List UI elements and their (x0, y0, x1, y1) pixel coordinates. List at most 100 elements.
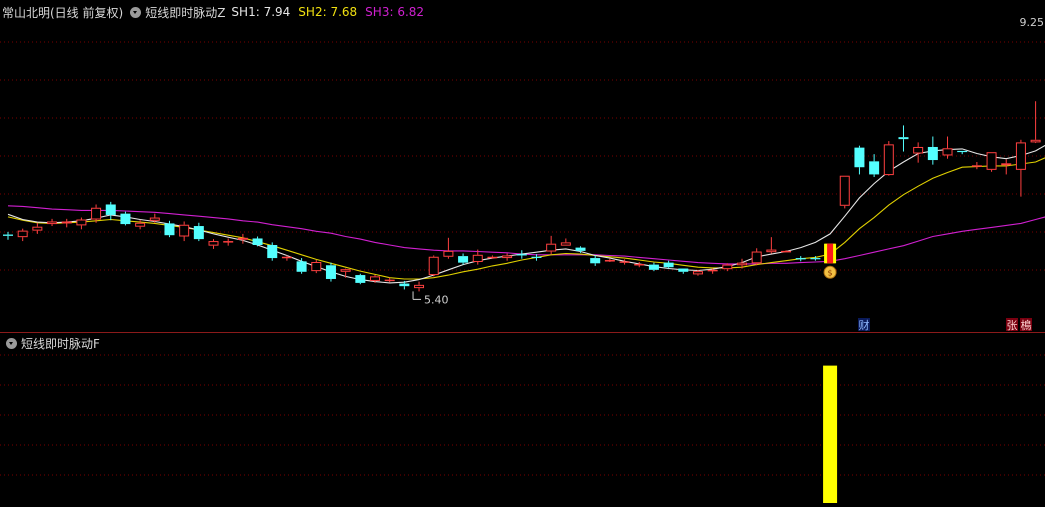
candlestick (986, 152, 997, 172)
candle-body-down (927, 146, 938, 161)
candle-body-up (135, 222, 146, 227)
candlestick (575, 246, 586, 253)
sub-chart-header: 短线即时脉动F (2, 335, 100, 351)
candle-body-up (472, 254, 483, 262)
candlestick (193, 222, 204, 242)
signal-indicator-pane (0, 354, 1045, 503)
candlestick (942, 136, 953, 159)
candle-body-up (737, 262, 747, 266)
candlestick (120, 211, 131, 226)
candle-body-up (487, 256, 498, 259)
candlestick (795, 256, 806, 262)
candlestick (61, 218, 72, 228)
cai-badge: 财 (859, 318, 870, 332)
candle-body-down (590, 258, 601, 264)
candle-body-down (252, 238, 263, 245)
candle-body-up (546, 243, 557, 252)
candle-body-up (1015, 142, 1026, 170)
sh1-readout: SH1: 7.94 (231, 5, 291, 19)
candlestick (516, 250, 527, 259)
candle-body-down (399, 283, 410, 287)
candlestick (854, 145, 865, 175)
sub-indicator-menu-icon[interactable] (6, 337, 17, 349)
candle-body-down (854, 147, 865, 168)
low-price-label: 5.40 (424, 293, 449, 306)
signal-bar (823, 365, 838, 503)
candle-body-down (458, 256, 469, 263)
candlestick (913, 142, 924, 163)
candlestick (76, 217, 87, 230)
candle-body-up (839, 175, 850, 206)
candle-body-up (766, 249, 777, 253)
candlestick (311, 260, 322, 274)
candle-body-down (355, 275, 366, 283)
candle-body-down (193, 226, 204, 240)
candle-body-up (619, 261, 630, 263)
candle-body-up (942, 148, 953, 156)
candlestick (267, 242, 278, 261)
candlestick (17, 228, 28, 242)
candlestick (751, 248, 762, 266)
candlestick (663, 260, 674, 269)
candle-body-down (325, 265, 336, 279)
candle-body-down (869, 161, 880, 175)
candle-body-up (179, 224, 190, 237)
candle-body-up (883, 144, 894, 176)
candle-body-up (634, 263, 645, 266)
candle-body-up (340, 269, 351, 272)
candle-body-up (560, 242, 571, 246)
candle-body-up (751, 251, 762, 264)
candlestick (634, 261, 645, 268)
candlestick (869, 154, 880, 178)
main-chart-header: 常山北明(日线 前复权) 短线即时脉动Z SH1: 7.94 SH2: 7.68… (2, 3, 432, 21)
price-annotations: 5.40 9.25 财 张樢 (412, 16, 1044, 332)
candlestick (237, 233, 248, 244)
candle-body-up (971, 165, 982, 167)
candle-body-down (531, 256, 542, 258)
candlestick (325, 262, 336, 282)
indicator-menu-icon[interactable] (130, 6, 142, 18)
candlestick (766, 237, 777, 254)
zhang-badge: 张 (1007, 319, 1018, 332)
indicator-name[interactable]: 短线即时脉动Z (145, 4, 225, 21)
candlestick (105, 201, 116, 221)
candle-body-down (267, 244, 278, 259)
candle-body-up (61, 221, 72, 224)
candle-body-down (663, 262, 674, 268)
candle-body-up (384, 279, 395, 282)
candlestick (355, 273, 366, 285)
candle-body-down (516, 254, 527, 256)
candle-body-down (678, 268, 689, 272)
candle-body-up (1030, 139, 1041, 143)
candle-body-down (648, 264, 659, 270)
stock-title: 常山北明(日线 前复权) (2, 5, 124, 20)
candle-body-up (149, 217, 160, 221)
candlestick (678, 268, 689, 274)
candlestick (1015, 139, 1026, 197)
candle-body-up (722, 264, 733, 270)
candle-body-up (692, 271, 703, 275)
candle-body-up (208, 241, 219, 246)
candlestick (179, 221, 190, 242)
candle-body-up (47, 221, 58, 225)
candlestick (340, 268, 351, 278)
candle-body-up (443, 250, 454, 257)
candle-body-down (898, 137, 909, 140)
candlestick (414, 281, 425, 292)
candlestick (1001, 159, 1012, 175)
candlestick (487, 255, 498, 259)
candlestick (428, 255, 439, 277)
candle-body-down (105, 204, 116, 215)
sub-indicator-name[interactable]: 短线即时脉动F (21, 335, 100, 352)
candlestick (443, 237, 454, 259)
buy-signal-marker: $ (823, 243, 837, 279)
candle-body-down (957, 150, 968, 153)
signal-gridlines (0, 354, 1045, 476)
candlestick (898, 125, 909, 152)
candle-body-down (795, 258, 806, 260)
signal-bars (823, 365, 838, 503)
candle-body-up (311, 261, 322, 272)
candlestick (957, 150, 968, 155)
candlestick (223, 238, 234, 246)
candlestick (458, 253, 469, 265)
